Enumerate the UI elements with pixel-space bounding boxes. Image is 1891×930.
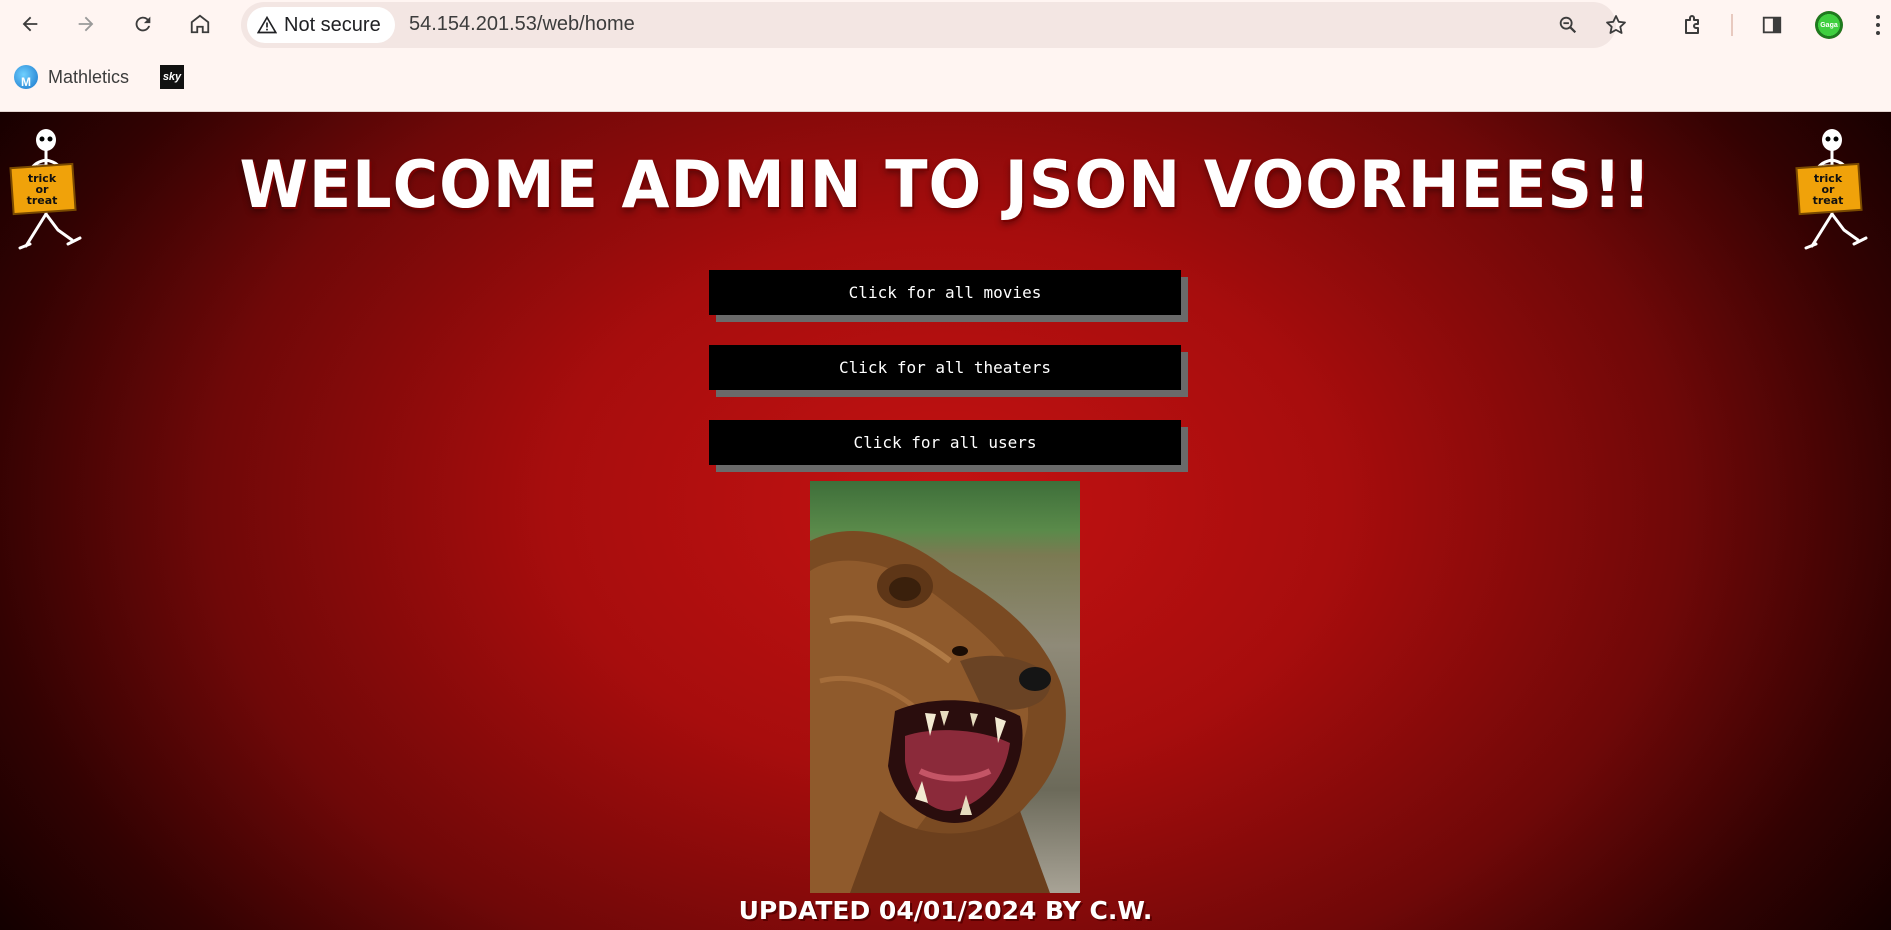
page-title: WELCOME ADMIN TO JSON VOORHEES!! [239,146,1652,223]
browser-toolbar: Not secure 54.154.201.53/web/home Gaga [0,0,1891,48]
sky-icon: sky [160,65,184,89]
back-arrow-icon [22,16,38,32]
address-bar[interactable]: Not secure 54.154.201.53/web/home [241,2,1626,48]
zoom-button[interactable] [1554,11,1582,39]
profile-text: Gaga [1820,21,1838,29]
home-icon [190,14,210,34]
puzzle-icon [1685,15,1699,34]
reload-button[interactable] [125,6,161,42]
zoom-icon [1559,16,1577,34]
bookmark-label: Mathletics [48,66,130,87]
side-panel-button[interactable] [1757,10,1787,40]
side-panel-icon [1762,16,1782,34]
forward-button[interactable] [68,6,104,42]
mathletics-icon: M [14,65,38,89]
all-theaters-button[interactable]: Click for all theaters [709,345,1181,390]
url-text[interactable]: 54.154.201.53/web/home [409,13,635,36]
profile-avatar[interactable]: Gaga [1815,11,1843,39]
all-movies-button[interactable]: Click for all movies [709,270,1181,315]
warning-triangle-icon [257,15,277,34]
home-button[interactable] [182,6,218,42]
bookmark-star-button[interactable] [1602,11,1630,39]
star-icon [1606,15,1626,34]
page-content: trick or treat trick or treat WELCOME AD… [0,112,1891,930]
all-users-button[interactable]: Click for all users [709,420,1181,465]
reload-icon [135,16,151,32]
bookmark-mathletics[interactable]: M Mathletics [14,65,129,89]
forward-arrow-icon [78,16,94,32]
bookmarks-bar: M Mathletics sky [0,48,1891,112]
toolbar-divider [1731,14,1733,36]
back-button[interactable] [12,6,48,42]
updated-footer: UPDATED 04/01/2024 BY C.W. [738,896,1153,925]
security-chip[interactable]: Not secure [247,7,395,43]
menu-kebab-icon[interactable] [1874,12,1882,38]
security-label: Not secure [284,13,381,36]
roaring-bear-image [810,481,1080,893]
bookmark-sky[interactable]: sky [160,65,184,89]
extensions-button[interactable] [1678,10,1708,40]
